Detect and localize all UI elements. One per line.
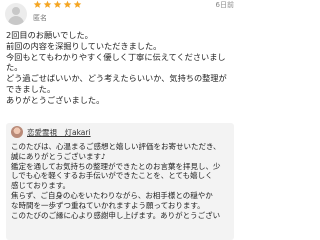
shop-reply: 恋愛霊視 灯akari このたびは、心温まるご感想と嬉しい評価をお寄せいただき、… [6, 123, 234, 240]
review-line: た。 [6, 62, 23, 73]
review-line: どう過ごせばいいか、どう考えたらいいか、気持ちの整理が [6, 73, 227, 84]
review-line: ありがとうございました。 [6, 94, 105, 105]
shop-name-link[interactable]: 恋愛霊視 灯akari [27, 127, 91, 138]
reply-line: 鑑定を通してお気持ちの整理ができたとのお言葉を拝見し、少 [11, 161, 221, 171]
review-line: 前回の内容を深掘りしていただきました。 [6, 40, 162, 51]
reply-line: 焦らず、ご自身の心をいたわりながら、お相手様との穏やか [11, 190, 213, 200]
star-icon [53, 0, 62, 8]
reply-line: しでも心を軽くするお手伝いができたことを、とても嬉しく [11, 171, 213, 181]
reply-body: このたびは、心温まるご感想と嬉しい評価をお寄せいただき、 誠にありがとうございます… [11, 142, 231, 220]
review-line: 2回目のお願いでした。 [6, 30, 93, 40]
reply-line: このたびは、心温まるご感想と嬉しい評価をお寄せいただき、 [11, 142, 221, 151]
review-line: できました。 [6, 83, 56, 94]
review-line: 今回もとてもわかりやすく優しく丁寧に伝えてくださいまし [6, 51, 226, 62]
star-rating [33, 0, 83, 10]
star-icon [73, 0, 82, 8]
star-icon [43, 0, 52, 8]
user-avatar-icon [5, 3, 27, 25]
reply-line: 誠にありがとうございます♪ [11, 151, 106, 161]
reply-line: このたびのご縁に心より感謝申し上げます。ありがとうござい [11, 210, 221, 220]
review-body: 2回目のお願いでした。 前回の内容を深掘りしていただきました。 今回もとてもわかりや… [6, 30, 238, 106]
shop-avatar-icon[interactable] [11, 126, 23, 138]
review-header: 6日前 匿名 [0, 0, 240, 26]
author-name: 匿名 [33, 14, 47, 22]
reply-line: 感じております。 [11, 181, 71, 191]
star-icon [63, 0, 72, 8]
review-date: 6日前 [215, 1, 234, 9]
reply-line: な時間を一歩ずつ重ねていかれますよう願っております。 [11, 200, 205, 210]
star-icon [33, 0, 42, 8]
